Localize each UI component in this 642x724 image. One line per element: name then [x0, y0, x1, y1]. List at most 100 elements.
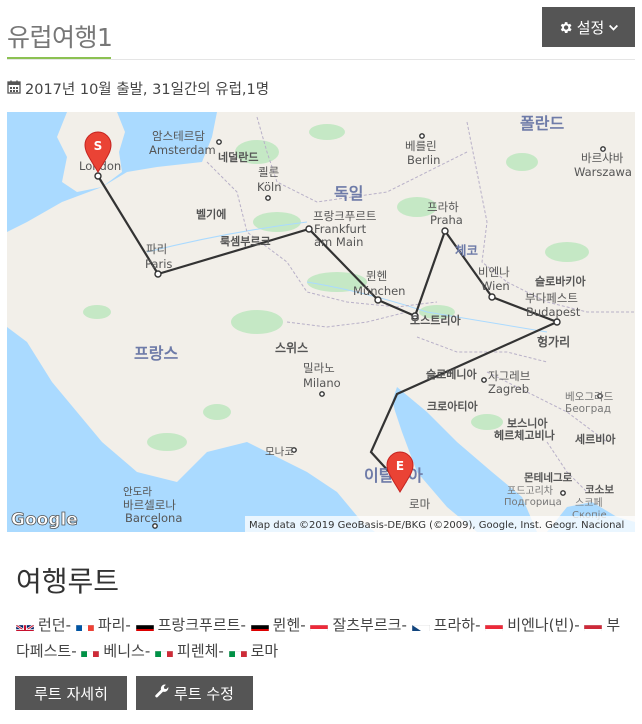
route-section-title: 여행루트: [16, 565, 120, 598]
route-stop-name: 비엔나(빈): [507, 616, 575, 634]
route-stop-list: 런던- 파리- 프랑크푸르트- 뮌헨- 잘츠부르크- 프라하- 비엔나(빈)- …: [16, 612, 628, 664]
label-frankfurt2: am Main: [314, 235, 363, 249]
route-stop-name: 프라하: [433, 616, 476, 634]
label-paris: Paris: [145, 257, 172, 271]
label-warsaw-ko: 바르샤바: [581, 151, 624, 165]
google-logo[interactable]: Google: [11, 510, 79, 531]
start-marker-label: S: [94, 139, 103, 153]
label-belgrade: Београд: [565, 403, 611, 415]
label-warsaw: Warszawa: [574, 165, 632, 179]
label-zagreb-ko: 자그레브: [488, 369, 530, 383]
settings-label: 설정: [576, 18, 605, 37]
label-andorra: 안도라: [123, 486, 152, 498]
label-monaco: 모나코: [265, 446, 294, 458]
gear-icon: [558, 20, 573, 35]
label-paris-ko: 파리: [146, 242, 167, 256]
trip-summary: 2017년 10월 출발, 31일간의 유럽,1명: [7, 78, 269, 99]
label-luxembourg: 룩셈부르크: [220, 234, 271, 248]
route-stop-name: 로마: [250, 642, 279, 660]
map-attribution[interactable]: Map data ©2019 GeoBasis-DE/BKG (©2009), …: [249, 520, 624, 531]
trip-summary-text: 2017년 10월 출발, 31일간의 유럽,1명: [25, 82, 270, 98]
flag-it-icon: [228, 645, 247, 657]
label-podgorica: Подгорица: [504, 497, 562, 508]
route-stop: 뮌헨-: [250, 616, 311, 634]
label-skopje-ko: 스코페: [575, 497, 603, 509]
label-croatia: 크로아티아: [427, 399, 478, 413]
title-divider: [7, 59, 635, 60]
calendar-icon: [7, 80, 21, 98]
label-podgorica-ko: 포드고리차: [507, 485, 553, 497]
route-stop-name: 파리: [97, 616, 126, 634]
flag-it-icon: [155, 645, 174, 657]
flag-cz-icon: [411, 619, 430, 631]
label-amsterdam: Amsterdam: [149, 143, 216, 157]
label-czech: 체코: [455, 243, 479, 258]
flag-it-icon: [81, 645, 100, 657]
label-vienna-ko: 비엔나: [478, 265, 510, 279]
route-stop: 프랑크푸르트-: [135, 616, 251, 634]
route-separator: -: [144, 642, 151, 660]
route-edit-button[interactable]: 루트 수정: [136, 676, 253, 710]
label-slovenia: 슬로베니아: [426, 367, 477, 381]
route-stop: 파리-: [75, 616, 136, 634]
label-milan-ko: 밀라노: [303, 361, 335, 375]
end-marker-label: E: [396, 459, 404, 473]
route-map[interactable]: 폴란드 암스테르담 Amsterdam 네덜란드 베를린 Berlin 바르샤바…: [7, 112, 635, 532]
label-austria: 오스트리아: [410, 313, 461, 327]
route-separator: -: [240, 616, 246, 634]
route-detail-button[interactable]: 루트 자세히: [15, 676, 127, 710]
label-zagreb: Zagreb: [488, 382, 529, 396]
label-netherlands: 네덜란드: [218, 150, 258, 164]
label-frankfurt: Frankfurt: [314, 222, 367, 236]
route-stop: 베니스-: [81, 642, 155, 660]
label-berlin: Berlin: [407, 153, 440, 167]
route-separator: -: [65, 616, 72, 634]
route-stop-name: 뮌헨: [272, 616, 301, 634]
route-detail-label: 루트 자세히: [34, 684, 108, 703]
label-cologne-ko: 쾰른: [258, 165, 279, 179]
label-switzerland: 스위스: [275, 341, 308, 355]
label-slovakia: 슬로바키아: [535, 274, 586, 288]
label-frankfurt-ko: 프랑크푸르트: [313, 209, 376, 223]
label-montenegro: 몬테네그로: [524, 471, 573, 484]
label-amsterdam-ko: 암스테르담: [152, 129, 205, 143]
label-berlin-ko: 베를린: [405, 139, 437, 153]
route-stop-name: 잘츠부르크: [332, 616, 402, 634]
label-budapest-ko: 부다페스트: [525, 291, 578, 305]
route-stop-name: 런던: [38, 616, 66, 634]
route-stop: 프라하-: [411, 616, 486, 634]
label-poland: 폴란드: [520, 114, 564, 133]
label-munich-ko: 뮌헨: [366, 269, 387, 283]
label-belgrade-ko: 베오그라드: [565, 391, 614, 403]
label-serbia: 세르비아: [575, 432, 616, 446]
label-kosovo: 코소보: [585, 484, 614, 496]
flag-hu-icon: [584, 619, 603, 631]
label-prague: Praha: [430, 213, 463, 227]
label-bosnia2: 헤르체고비나: [494, 428, 555, 442]
map-canvas[interactable]: 폴란드 암스테르담 Amsterdam 네덜란드 베를린 Berlin 바르샤바…: [7, 112, 635, 532]
label-hungary: 헝가리: [537, 334, 570, 349]
route-separator: -: [125, 616, 131, 634]
label-budapest: Budapest: [526, 305, 581, 319]
settings-button[interactable]: 설정: [542, 7, 635, 47]
label-belgium: 벨기에: [196, 207, 226, 221]
route-stop: 런던-: [16, 616, 76, 634]
route-separator: -: [71, 642, 77, 660]
label-munich: München: [353, 284, 405, 298]
label-prague-ko: 프라하: [427, 200, 459, 214]
flag-at-icon: [310, 619, 329, 631]
route-edit-label: 루트 수정: [174, 684, 234, 703]
route-stop: 잘츠부르크-: [310, 616, 411, 634]
route-stop-name: 베니스: [103, 642, 145, 660]
route-separator: -: [574, 616, 580, 634]
flag-at-icon: [485, 619, 504, 631]
label-vienna: Wien: [481, 279, 510, 293]
chevron-down-icon: [608, 22, 619, 33]
route-separator: -: [300, 616, 306, 634]
label-germany: 독일: [334, 184, 363, 203]
flag-de-icon: [135, 619, 154, 631]
wrench-icon: [155, 684, 169, 702]
label-milan: Milano: [303, 376, 341, 390]
label-barcelona: Barcelona: [125, 511, 182, 525]
route-separator: -: [475, 616, 481, 634]
